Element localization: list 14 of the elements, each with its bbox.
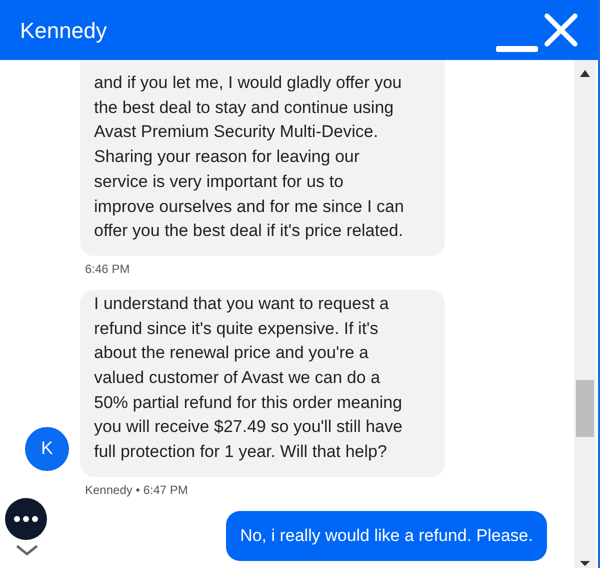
chevron-down-icon[interactable]	[15, 544, 39, 556]
scroll-down-icon[interactable]	[580, 561, 590, 566]
scrollbar[interactable]	[574, 60, 596, 568]
close-icon[interactable]	[544, 13, 578, 47]
message-bubble: I understand that you want to request a refund since it's quite expensive. If it's about the renewal price and you're a valued customer of Avast we can do a 50% partial refund for this order meaning you will receive $27.49 so you'll still have full protection for 1 year. Will that help?	[80, 290, 445, 477]
scrollbar-thumb[interactable]	[576, 380, 594, 437]
message-bubble: No, i really would like a refund. Please.	[226, 510, 547, 561]
more-icon	[14, 516, 38, 522]
message-timestamp: 6:46 PM	[85, 260, 130, 278]
chat-title: Kennedy	[20, 16, 108, 45]
more-options-button[interactable]	[5, 498, 47, 540]
message-timestamp: Kennedy • 6:47 PM	[85, 482, 188, 499]
agent-avatar: K	[25, 426, 69, 471]
scroll-up-icon[interactable]	[580, 70, 590, 77]
